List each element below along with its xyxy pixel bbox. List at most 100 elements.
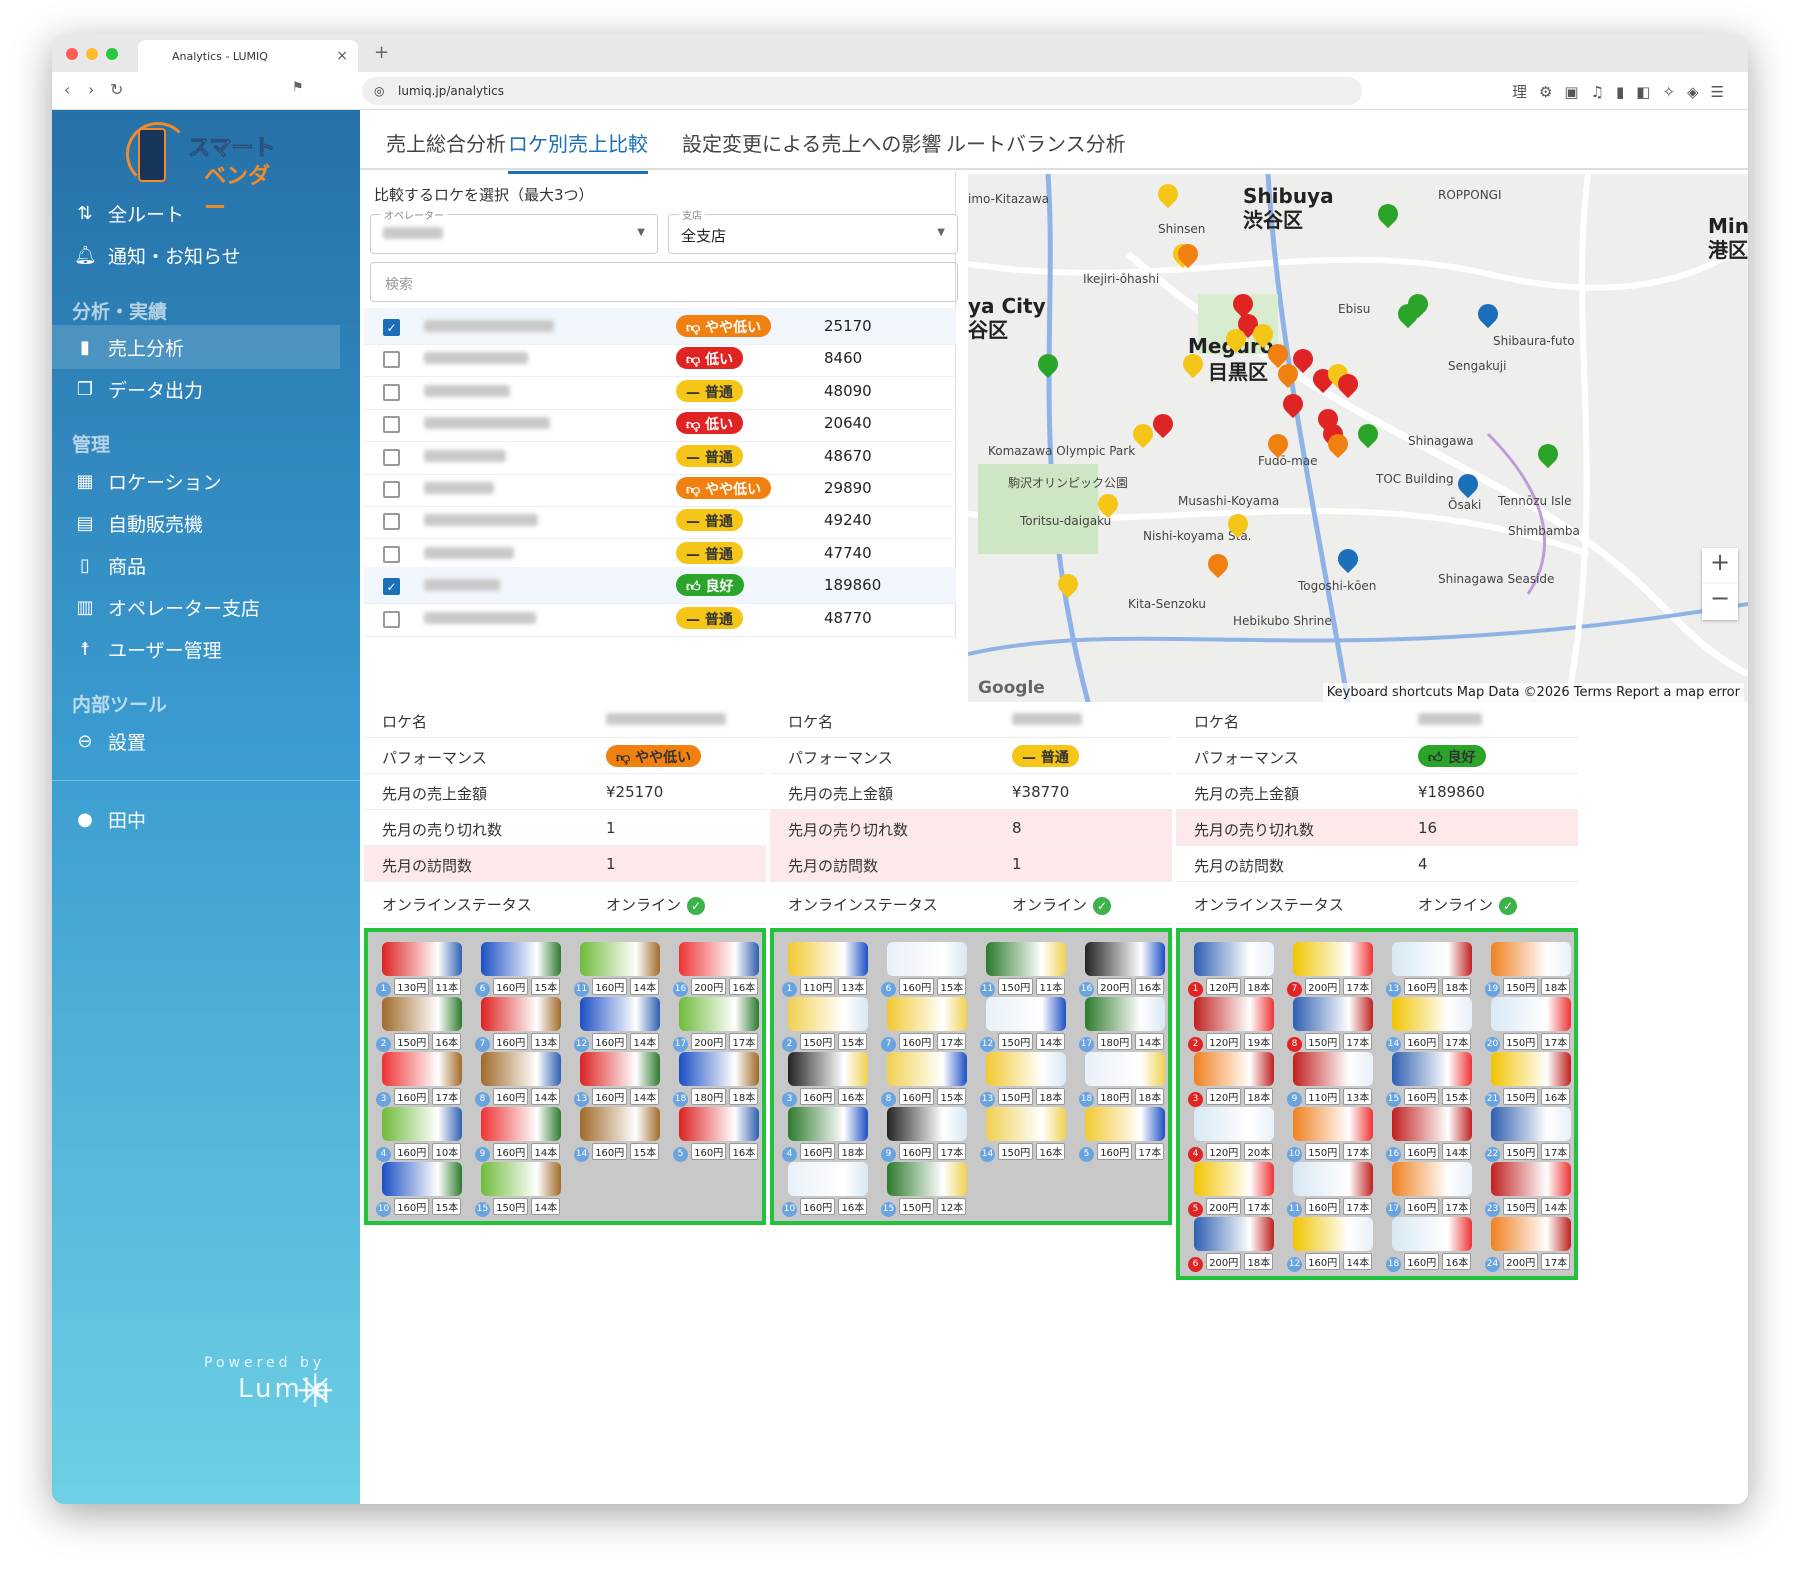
vending-slot[interactable]: 6 200円 18本 bbox=[1186, 1215, 1282, 1272]
sidebar-item-data-export[interactable]: ❐ データ出力 bbox=[72, 367, 360, 411]
vending-slot[interactable]: 5 160円 16本 bbox=[671, 1105, 767, 1162]
vending-slot[interactable]: 6 160円 15本 bbox=[879, 940, 975, 997]
vending-slot[interactable]: 10 150円 17本 bbox=[1285, 1105, 1381, 1162]
vending-slot[interactable]: 18 180円 18本 bbox=[671, 1050, 767, 1107]
vending-slot[interactable]: 5 200円 17本 bbox=[1186, 1160, 1282, 1217]
operator-select[interactable]: オペレーター ▼ bbox=[370, 207, 658, 254]
browser-tab[interactable]: Analytics - LUMIQ × bbox=[138, 40, 358, 72]
bookmark-icon[interactable]: ⚑ bbox=[292, 80, 304, 95]
sidebar-item-locations[interactable]: ▦ ロケーション bbox=[72, 459, 360, 503]
vending-slot[interactable]: 23 150円 14本 bbox=[1483, 1160, 1579, 1217]
vending-slot[interactable]: 16 200円 16本 bbox=[671, 940, 767, 997]
tab-total-analysis[interactable]: 売上総合分析 bbox=[386, 128, 506, 157]
vending-slot[interactable]: 14 160円 17本 bbox=[1384, 995, 1480, 1052]
site-info-icon[interactable]: ◎ bbox=[374, 84, 384, 98]
vending-slot[interactable]: 3 160円 17本 bbox=[374, 1050, 470, 1107]
vending-slot[interactable]: 2 150円 15本 bbox=[780, 995, 876, 1052]
vending-slot[interactable]: 17 160円 17本 bbox=[1384, 1160, 1480, 1217]
vending-slot[interactable]: 7 160円 17本 bbox=[879, 995, 975, 1052]
vending-slot[interactable]: 11 150円 11本 bbox=[978, 940, 1074, 997]
vending-slot[interactable]: 14 150円 16本 bbox=[978, 1105, 1074, 1162]
vending-slot[interactable]: 11 160円 14本 bbox=[572, 940, 668, 997]
vending-slot[interactable]: 17 200円 17本 bbox=[671, 995, 767, 1052]
sidebar-item-installation[interactable]: ⊖ 設置 bbox=[72, 719, 360, 763]
vending-slot[interactable]: 1 130円 11本 bbox=[374, 940, 470, 997]
vending-slot[interactable]: 15 150円 14本 bbox=[473, 1160, 569, 1217]
back-icon[interactable]: ‹ bbox=[64, 80, 70, 99]
branch-select[interactable]: 支店 全支店 ▼ bbox=[668, 207, 958, 254]
tab-location-comparison[interactable]: ロケ別売上比較 bbox=[508, 128, 648, 174]
vending-slot[interactable]: 4 120円 20本 bbox=[1186, 1105, 1282, 1162]
vending-slot[interactable]: 20 150円 17本 bbox=[1483, 995, 1579, 1052]
sidebar-user[interactable]: ● 田中 bbox=[72, 797, 360, 841]
vending-slot[interactable]: 2 120円 19本 bbox=[1186, 995, 1282, 1052]
tab-route-balance[interactable]: ルートバランス分析 bbox=[946, 128, 1126, 157]
vending-slot[interactable]: 15 150円 12本 bbox=[879, 1160, 975, 1217]
map-footer[interactable]: Keyboard shortcuts Map Data ©2026 Terms … bbox=[1322, 683, 1744, 702]
vending-slot[interactable]: 1 110円 13本 bbox=[780, 940, 876, 997]
zoom-in-button[interactable]: + bbox=[1702, 548, 1738, 584]
row-checkbox[interactable] bbox=[383, 416, 400, 434]
location-map[interactable]: Shibuya渋谷区Minato港区ya City谷区Meguro目黒区Ebis… bbox=[968, 174, 1748, 702]
vending-slot[interactable]: 15 160円 15本 bbox=[1384, 1050, 1480, 1107]
zoom-window-button[interactable] bbox=[106, 48, 118, 60]
vending-slot[interactable]: 8 160円 14本 bbox=[473, 1050, 569, 1107]
vending-slot[interactable]: 10 160円 16本 bbox=[780, 1160, 876, 1217]
vending-slot[interactable]: 12 160円 14本 bbox=[1285, 1215, 1381, 1272]
sidebar-item-operator-branches[interactable]: ▥ オペレーター支店 bbox=[72, 585, 360, 629]
vending-slot[interactable]: 17 180円 14本 bbox=[1077, 995, 1173, 1052]
vending-slot[interactable]: 10 160円 15本 bbox=[374, 1160, 470, 1217]
row-checkbox[interactable] bbox=[383, 481, 400, 498]
location-row[interactable]: 👍︎ 良好 189560 bbox=[364, 632, 956, 638]
vending-slot[interactable]: 18 160円 16本 bbox=[1384, 1215, 1480, 1272]
vending-slot[interactable]: 5 160円 17本 bbox=[1077, 1105, 1173, 1162]
vending-slot[interactable]: 14 160円 15本 bbox=[572, 1105, 668, 1162]
vending-slot[interactable]: 9 160円 14本 bbox=[473, 1105, 569, 1162]
vending-slot[interactable]: 9 160円 17本 bbox=[879, 1105, 975, 1162]
row-checkbox[interactable] bbox=[383, 383, 400, 401]
vending-slot[interactable]: 9 110円 13本 bbox=[1285, 1050, 1381, 1107]
browser-extension-icons[interactable]: 理⚙▣♫▮◧✧◈☰ bbox=[1512, 81, 1736, 102]
app-logo[interactable]: スマート ベンダー bbox=[126, 116, 286, 221]
vending-slot[interactable]: 24 200円 17本 bbox=[1483, 1215, 1579, 1272]
tab-settings-impact[interactable]: 設定変更による売上への影響 bbox=[682, 128, 941, 157]
new-tab-button[interactable]: + bbox=[374, 42, 389, 63]
row-checkbox[interactable]: ✓ bbox=[383, 578, 400, 596]
vending-slot[interactable]: 21 150円 16本 bbox=[1483, 1050, 1579, 1107]
minimize-window-button[interactable] bbox=[86, 48, 98, 60]
sidebar-item-user-management[interactable]: ☨ ユーザー管理 bbox=[72, 627, 360, 671]
sidebar-item-products[interactable]: ▯ 商品 bbox=[72, 543, 360, 587]
vending-slot[interactable]: 12 160円 14本 bbox=[572, 995, 668, 1052]
vending-slot[interactable]: 22 150円 17本 bbox=[1483, 1105, 1579, 1162]
row-checkbox[interactable]: ✓ bbox=[383, 319, 400, 336]
vending-slot[interactable]: 13 150円 18本 bbox=[978, 1050, 1074, 1107]
sidebar-item-sales-analysis[interactable]: ▮ 売上分析 bbox=[52, 325, 340, 369]
sidebar-item-notifications[interactable]: 🔔︎ 通知・お知らせ bbox=[72, 233, 360, 277]
vending-slot[interactable]: 3 160円 16本 bbox=[780, 1050, 876, 1107]
row-checkbox[interactable] bbox=[383, 610, 400, 628]
vending-slot[interactable]: 13 160円 18本 bbox=[1384, 940, 1480, 997]
close-window-button[interactable] bbox=[66, 48, 78, 60]
sidebar-item-all-routes[interactable]: ⇅ 全ルート bbox=[72, 191, 360, 235]
vending-slot[interactable]: 4 160円 18本 bbox=[780, 1105, 876, 1162]
vending-slot[interactable]: 18 180円 18本 bbox=[1077, 1050, 1173, 1107]
forward-icon[interactable]: › bbox=[88, 80, 94, 99]
vending-slot[interactable]: 7 200円 17本 bbox=[1285, 940, 1381, 997]
row-checkbox[interactable] bbox=[383, 351, 400, 369]
vending-slot[interactable]: 8 150円 17本 bbox=[1285, 995, 1381, 1052]
vending-slot[interactable]: 6 160円 15本 bbox=[473, 940, 569, 997]
vending-slot[interactable]: 16 200円 16本 bbox=[1077, 940, 1173, 997]
row-checkbox[interactable] bbox=[383, 545, 400, 563]
close-tab-icon[interactable]: × bbox=[336, 48, 348, 64]
vending-slot[interactable]: 1 120円 18本 bbox=[1186, 940, 1282, 997]
vending-slot[interactable]: 3 120円 18本 bbox=[1186, 1050, 1282, 1107]
search-input[interactable]: 検索 bbox=[370, 262, 958, 302]
vending-slot[interactable]: 12 150円 14本 bbox=[978, 995, 1074, 1052]
zoom-out-button[interactable]: − bbox=[1702, 584, 1738, 620]
vending-slot[interactable]: 19 150円 18本 bbox=[1483, 940, 1579, 997]
row-checkbox[interactable] bbox=[383, 448, 400, 466]
reload-icon[interactable]: ↻ bbox=[110, 80, 123, 99]
vending-slot[interactable]: 16 160円 14本 bbox=[1384, 1105, 1480, 1162]
vending-slot[interactable]: 11 160円 17本 bbox=[1285, 1160, 1381, 1217]
vending-slot[interactable]: 13 160円 14本 bbox=[572, 1050, 668, 1107]
